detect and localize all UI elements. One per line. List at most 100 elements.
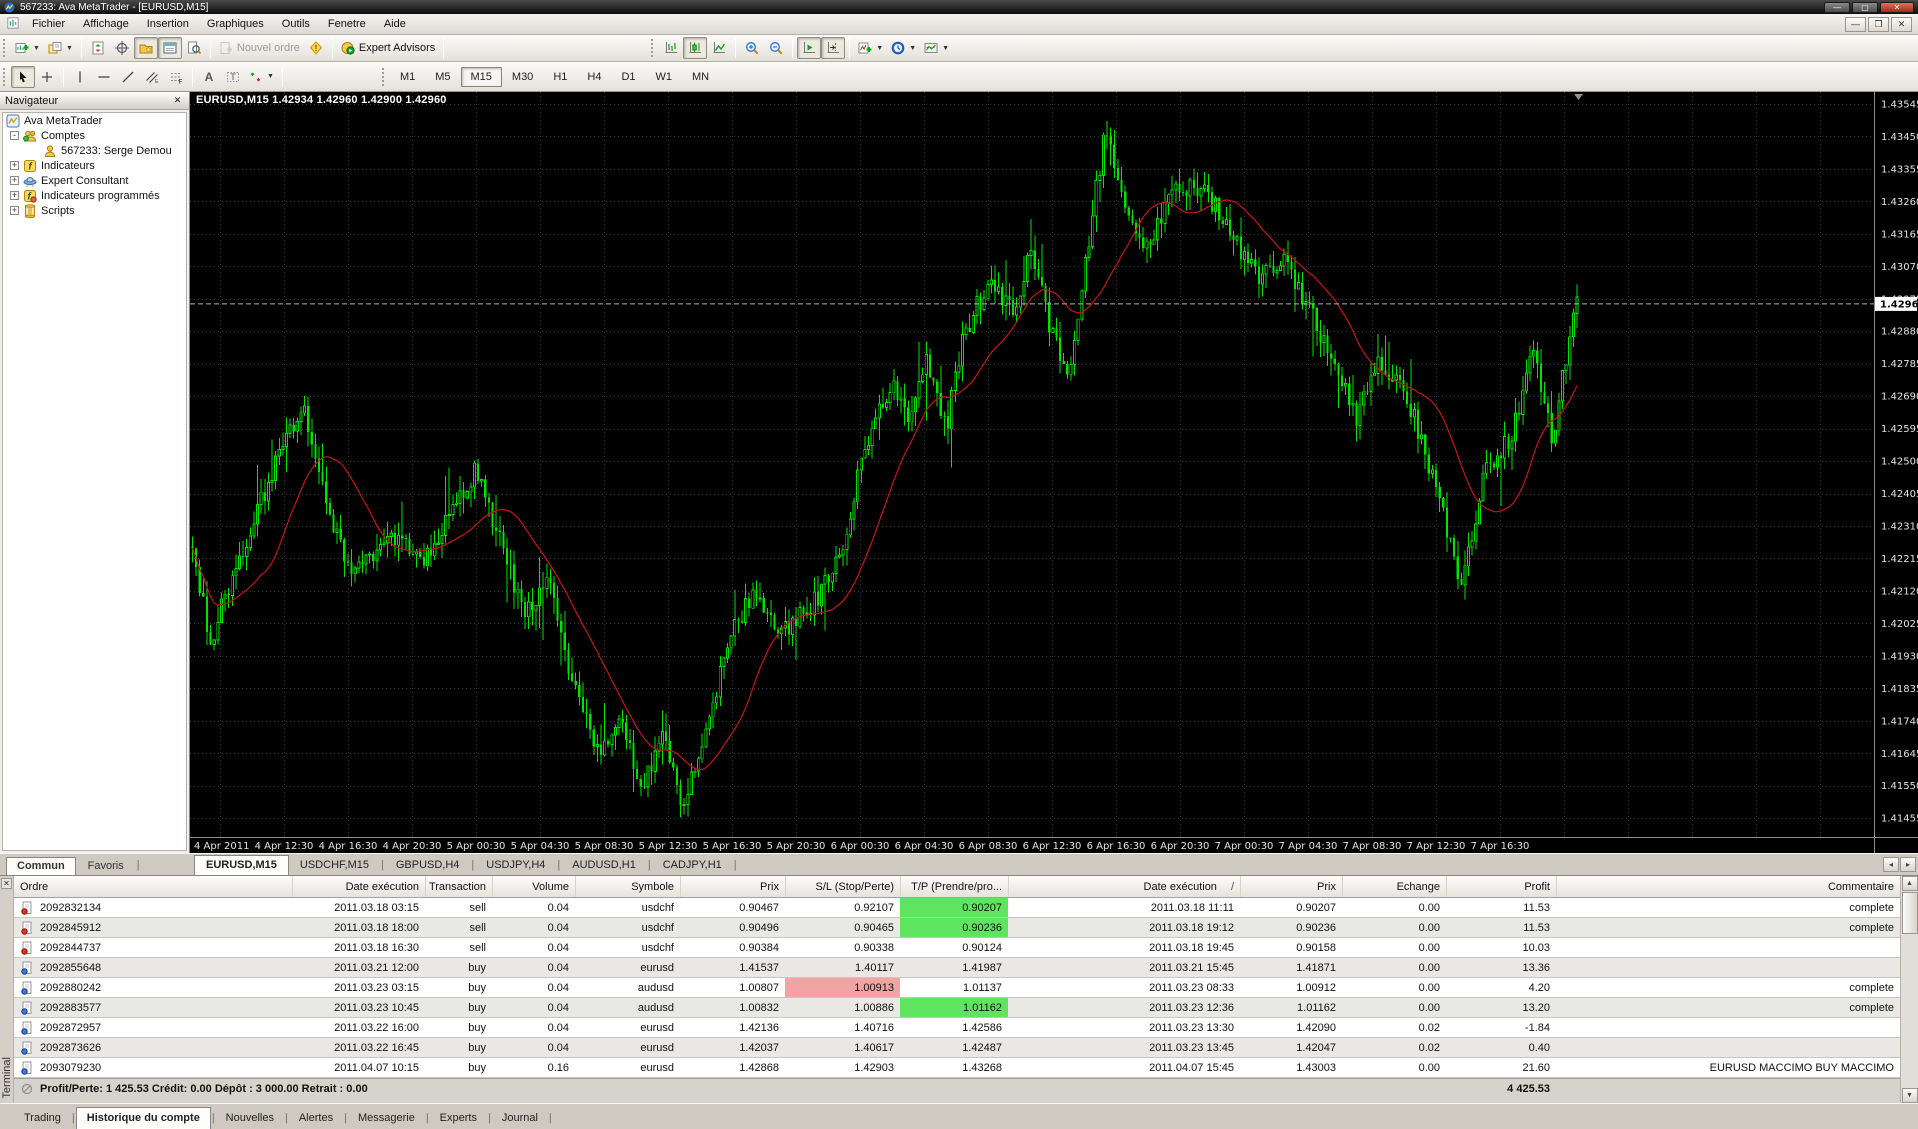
timeframe-h1-button[interactable]: H1 [543,67,577,87]
terminal-tab-historique-du-compte[interactable]: Historique du compte [75,1107,211,1129]
data-window-button[interactable] [110,37,134,59]
chart-tab-audusd-h1[interactable]: AUDUSD,H1 [561,856,647,875]
column-header-echange[interactable]: Echange [1342,876,1446,897]
expand-icon[interactable]: + [10,176,19,185]
mdi-close-button[interactable]: ✕ [1891,16,1912,32]
periods-button[interactable]: ▼ [887,37,920,59]
hline-button[interactable] [92,66,116,88]
terminal-tab-nouvelles[interactable]: Nouvelles [216,1108,284,1129]
terminal-tab-journal[interactable]: Journal [492,1108,548,1129]
terminal-close-icon[interactable]: ✕ [1,878,12,889]
tree-item-indicateurs-programm-s[interactable]: + f Indicateurs programmés [3,188,186,203]
tab-scroll-right-icon[interactable]: ▸ [1900,857,1916,872]
collapse-icon[interactable]: - [10,131,19,140]
column-header-transaction[interactable]: Transaction [425,876,492,897]
tree-item-567233-serge-demou[interactable]: 567233: Serge Demou [3,143,186,158]
trendline-button[interactable] [116,66,140,88]
arrows-button[interactable]: ▼ [245,66,278,88]
maximize-button[interactable]: ▢ [1852,1,1878,13]
dropdown-arrow-icon[interactable]: ▼ [942,45,949,52]
expand-icon[interactable]: + [10,191,19,200]
template-button[interactable]: ▼ [920,37,953,59]
expand-icon[interactable]: + [10,206,19,215]
bar-chart-button[interactable] [659,37,683,59]
tree-item-ava-metatrader[interactable]: Ava MetaTrader [3,113,186,128]
timeframe-m15-button[interactable]: M15 [460,66,502,87]
new-chart-button[interactable]: ▼ [11,37,44,59]
terminal-tab-messagerie[interactable]: Messagerie [348,1108,425,1129]
column-header-ordre[interactable]: Ordre [14,876,292,897]
order-row-2092845912[interactable]: 2092845912 2011.03.18 18:00 sell 0.04 usdchf… [14,918,1900,938]
menu-outils[interactable]: Outils [273,15,319,33]
timeframe-d1-button[interactable]: D1 [611,67,645,87]
metaeditor-button[interactable]: ! [304,37,328,59]
chart-area[interactable]: 1.43545 1.43450 1.43355 1.43260 1.43165 1.430… [190,92,1918,853]
candlestick-chart-button[interactable] [683,37,708,59]
timeframe-m5-button[interactable]: M5 [425,67,460,87]
order-row-2092880242[interactable]: 2092880242 2011.03.23 03:15 buy 0.04 audusd 1… [14,978,1900,998]
chart-shift-button[interactable] [821,37,846,59]
column-header-date_open[interactable]: Date exécution [292,876,425,897]
navigator-tab-commun[interactable]: Commun [6,857,76,875]
chart-tab-cadjpy-h1[interactable]: CADJPY,H1 [652,856,733,875]
order-row-2092883577[interactable]: 2092883577 2011.03.23 10:45 buy 0.04 audusd 1… [14,998,1900,1018]
order-row-2092872957[interactable]: 2092872957 2011.03.22 16:00 buy 0.04 eurusd 1… [14,1018,1900,1038]
timeframe-w1-button[interactable]: W1 [646,67,683,87]
column-header-date_close[interactable]: Date exécution / [1008,876,1240,897]
terminal-tab-alertes[interactable]: Alertes [289,1108,343,1129]
column-header-commentaire[interactable]: Commentaire [1556,876,1900,897]
crosshair-button[interactable] [35,66,59,88]
market-watch-button[interactable] [86,37,110,59]
column-header-volume[interactable]: Volume [492,876,575,897]
indicator-add-button[interactable]: ▼ [854,37,887,59]
menu-aide[interactable]: Aide [375,15,415,33]
menu-graphiques[interactable]: Graphiques [198,15,273,33]
text-button[interactable]: A [197,66,221,88]
menu-affichage[interactable]: Affichage [74,15,138,33]
scroll-down-icon[interactable]: ▼ [1901,1088,1918,1103]
chart-tab-eurusd-m15[interactable]: EURUSD,M15 [194,855,289,875]
timeframe-mn-button[interactable]: MN [682,67,719,87]
scrollbar-thumb[interactable] [1901,892,1918,934]
dropdown-arrow-icon[interactable]: ▼ [876,45,883,52]
auto-scroll-button[interactable] [797,37,822,59]
column-header-symbole[interactable]: Symbole [575,876,680,897]
terminal-tab-experts[interactable]: Experts [430,1108,487,1129]
chart-tab-gbpusd-h4[interactable]: GBPUSD,H4 [385,856,471,875]
dropdown-arrow-icon[interactable]: ▼ [33,45,40,52]
cursor-button[interactable] [11,65,35,88]
line-chart-button[interactable] [707,37,731,59]
menu-fichier[interactable]: Fichier [23,15,74,33]
order-row-2092873626[interactable]: 2092873626 2011.03.22 16:45 buy 0.04 eurusd 1… [14,1038,1900,1058]
order-row-2092855648[interactable]: 2092855648 2011.03.21 12:00 buy 0.04 eurusd 1… [14,958,1900,978]
navigator-button[interactable] [133,37,158,59]
close-button[interactable]: ✕ [1880,1,1914,13]
new-order-button[interactable]: Nouvel ordre [215,37,304,59]
menu-insertion[interactable]: Insertion [138,15,198,33]
navigator-close-icon[interactable]: ✕ [171,94,184,107]
column-header-prix_close[interactable]: Prix [1240,876,1342,897]
profiles-button[interactable]: ▼ [44,37,77,59]
table-scrollbar[interactable]: ▲ ▼ [1900,876,1918,1103]
timeframe-h4-button[interactable]: H4 [577,67,611,87]
strategy-tester-button[interactable] [182,37,206,59]
channel-button[interactable]: E [140,66,164,88]
column-header-prix_open[interactable]: Prix [680,876,785,897]
expert-advisors-button[interactable]: Expert Advisors [337,37,439,59]
tree-item-expert-consultant[interactable]: + Expert Consultant [3,173,186,188]
dropdown-arrow-icon[interactable]: ▼ [909,45,916,52]
column-header-sl[interactable]: S/L (Stop/Perte) [785,876,900,897]
tree-item-comptes[interactable]: - Comptes [3,128,186,143]
tree-item-scripts[interactable]: + Scripts [3,203,186,218]
mdi-restore-button[interactable]: ❐ [1868,16,1889,32]
expand-icon[interactable]: + [10,161,19,170]
menu-fenetre[interactable]: Fenetre [319,15,375,33]
label-button[interactable]: T [221,66,245,88]
fibonacci-button[interactable]: F [164,66,188,88]
terminal-button[interactable] [157,37,182,59]
chart-tab-usdchf-m15[interactable]: USDCHF,M15 [289,856,380,875]
dropdown-arrow-icon[interactable]: ▼ [267,73,274,80]
timeframe-m30-button[interactable]: M30 [502,67,543,87]
tree-item-indicateurs[interactable]: + f Indicateurs [3,158,186,173]
navigator-tab-favoris[interactable]: Favoris [78,858,134,875]
